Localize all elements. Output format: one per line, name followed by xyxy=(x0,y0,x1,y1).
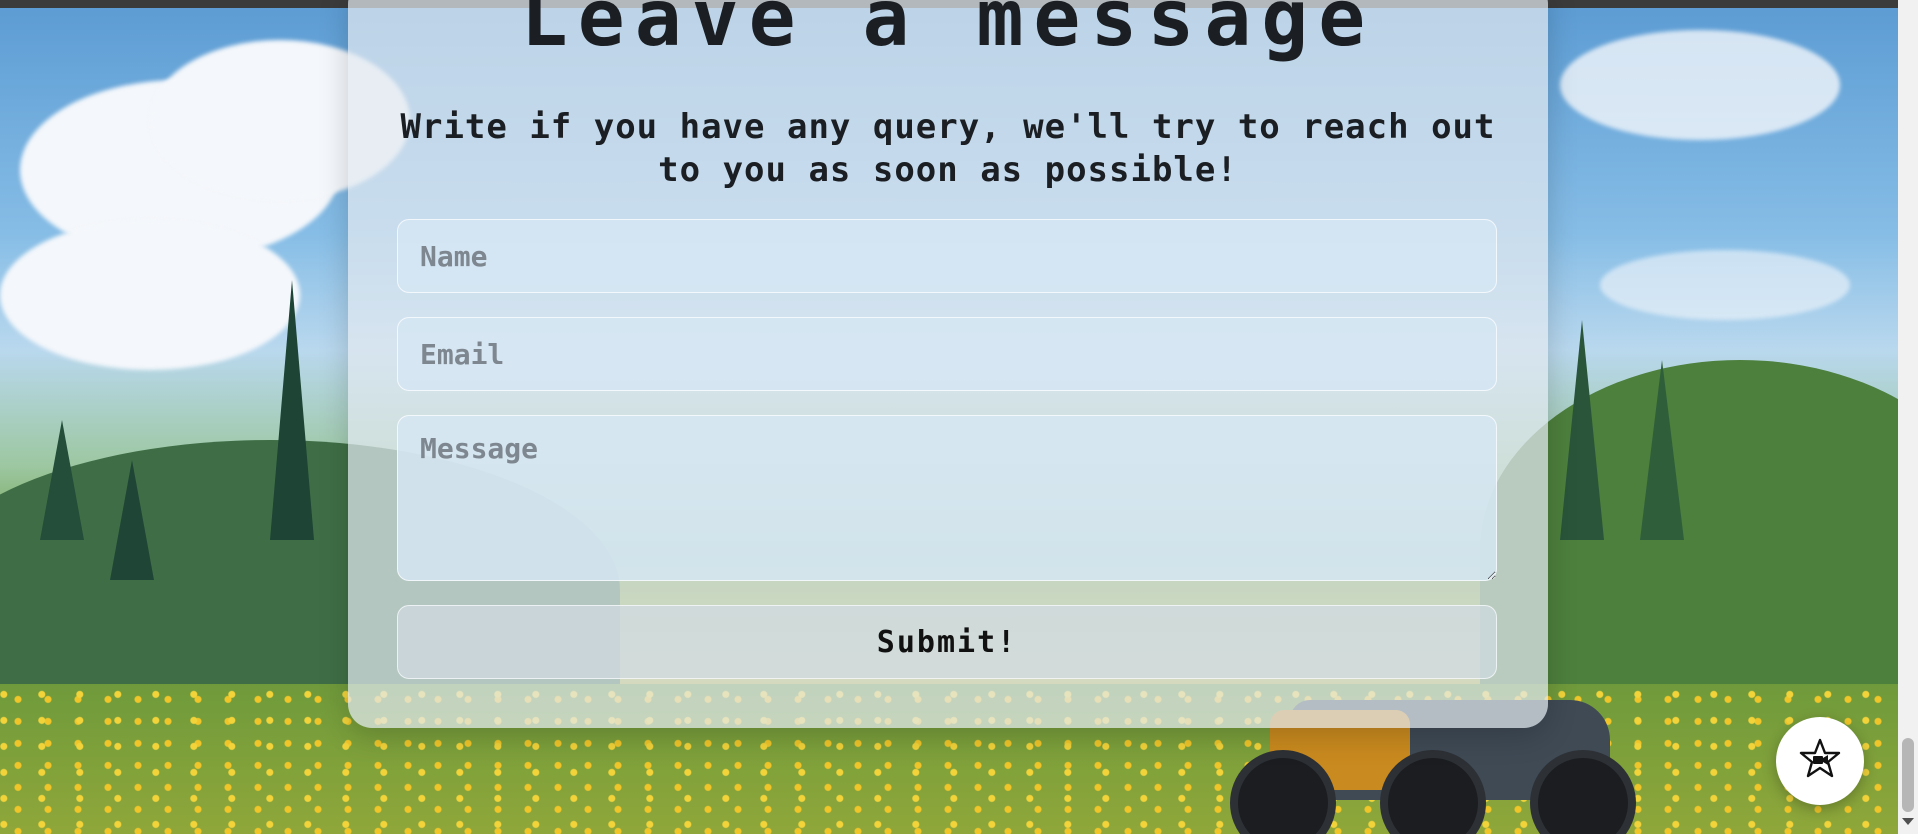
scrollbar-thumb[interactable] xyxy=(1902,738,1914,812)
submit-button[interactable]: Submit! xyxy=(397,605,1497,679)
email-field[interactable] xyxy=(397,317,1497,391)
star-video-icon xyxy=(1798,737,1842,785)
page-scrollbar[interactable] xyxy=(1898,0,1918,834)
form-title: Leave a message xyxy=(520,0,1376,64)
form-subtitle: Write if you have any query, we'll try t… xyxy=(400,107,1496,190)
name-field[interactable] xyxy=(397,219,1497,293)
scroll-down-arrow-icon[interactable] xyxy=(1902,818,1914,825)
floating-action-button[interactable] xyxy=(1776,717,1864,805)
contact-card: Leave a message Write if you have any qu… xyxy=(348,0,1548,728)
message-field[interactable] xyxy=(397,415,1497,581)
